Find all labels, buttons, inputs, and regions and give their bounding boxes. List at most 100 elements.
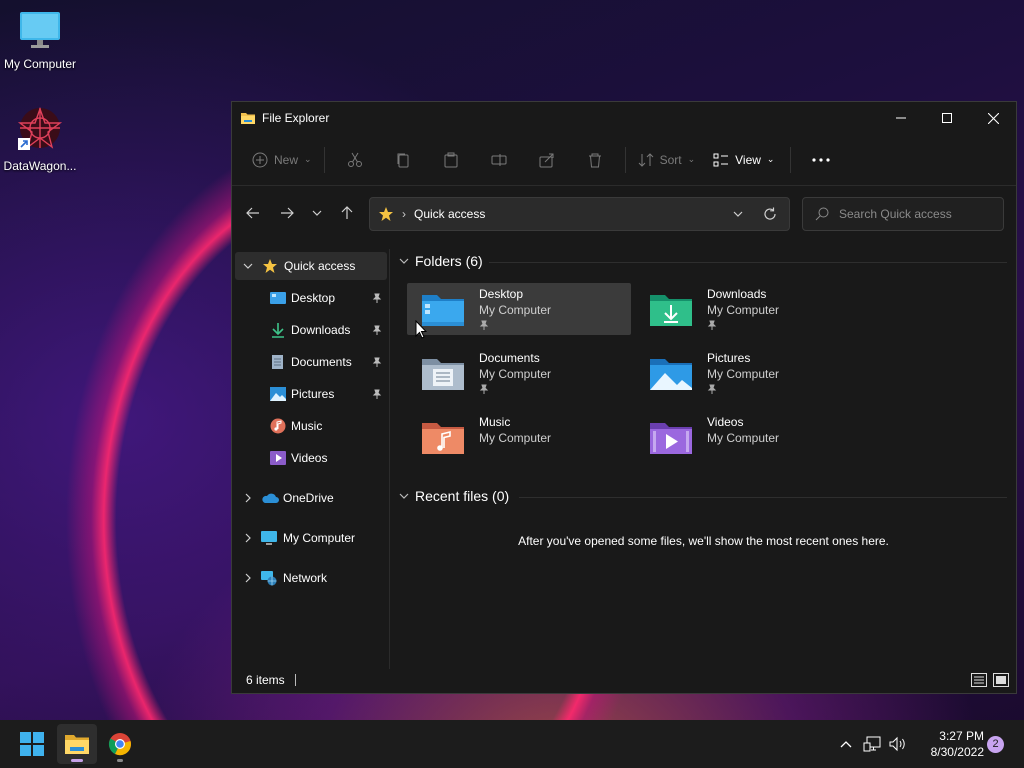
trash-icon [588, 153, 601, 167]
folder-desktop[interactable]: Desktop My Computer [407, 283, 631, 335]
minimize-button[interactable] [878, 102, 924, 134]
item-count: 6 items [246, 673, 285, 687]
folder-pictures[interactable]: Pictures My Computer [635, 347, 859, 399]
picture-icon [270, 387, 286, 401]
address-bar[interactable]: › Quick access [369, 197, 790, 231]
sort-icon [638, 152, 653, 167]
details-view-button[interactable] [970, 671, 988, 689]
clock-date: 8/30/2022 [930, 745, 984, 759]
nav-documents[interactable]: Documents [232, 348, 390, 376]
music-folder-icon [422, 423, 464, 454]
pin-icon[interactable] [372, 356, 382, 370]
toolbar-divider [323, 146, 325, 173]
clock[interactable]: 3:27 PM 8/30/2022 [912, 728, 984, 760]
folder-location: My Computer [707, 431, 780, 445]
nav-music[interactable]: Music [232, 412, 390, 440]
folder-name: Downloads [707, 287, 767, 301]
music-icon [270, 418, 286, 434]
paste-button[interactable] [427, 142, 475, 178]
cloud-icon [262, 493, 279, 503]
desktop-folder-icon [270, 292, 286, 304]
start-button[interactable] [12, 724, 52, 764]
file-explorer-window: File Explorer New ⌄ Sort ⌄ View ⌄ › Quic… [231, 101, 1017, 694]
network-icon [261, 571, 277, 586]
desktop-icon-label: My Computer [3, 57, 77, 71]
desktop-folder-icon [422, 295, 464, 326]
nav-label: Videos [291, 451, 328, 465]
folder-videos[interactable]: Videos My Computer [635, 411, 859, 463]
search-box[interactable]: Search Quick access [802, 197, 1004, 231]
chevron-down-icon: ⌄ [766, 154, 775, 164]
monitor-icon [261, 531, 277, 545]
toolbar-divider [790, 146, 792, 173]
up-button[interactable] [330, 197, 364, 229]
clock-time: 3:27 PM [939, 729, 984, 743]
large-icons-view-button[interactable] [992, 671, 1010, 689]
chrome-icon [108, 733, 131, 756]
nav-quick-access[interactable]: Quick access [235, 252, 387, 280]
new-button[interactable]: New ⌄ [246, 142, 318, 178]
nav-my-computer[interactable]: My Computer [235, 524, 387, 552]
recent-files-empty-message: After you've opened some files, we'll sh… [518, 534, 889, 548]
folders-section-header[interactable]: Folders (6) [399, 253, 483, 269]
folder-documents[interactable]: Documents My Computer [407, 347, 631, 399]
nav-desktop[interactable]: Desktop [232, 284, 390, 312]
back-button[interactable] [236, 197, 270, 229]
address-dropdown-button[interactable] [726, 206, 750, 222]
section-divider [489, 262, 1007, 263]
network-status-button[interactable] [858, 736, 886, 752]
cut-button[interactable] [331, 142, 379, 178]
volume-button[interactable] [886, 736, 910, 752]
copy-button[interactable] [379, 142, 427, 178]
notification-badge[interactable]: 2 [987, 736, 1004, 753]
breadcrumb-quick-access[interactable]: Quick access [414, 207, 485, 221]
command-bar: New ⌄ Sort ⌄ View ⌄ [232, 134, 1016, 186]
desktop-icon-datawagon[interactable]: DataWagon... [0, 106, 80, 173]
delete-button[interactable] [571, 142, 619, 178]
close-button[interactable] [970, 102, 1016, 134]
pin-icon[interactable] [372, 292, 382, 306]
content-pane: Folders (6) Desktop My Computer Download… [391, 249, 1016, 669]
folder-name: Documents [479, 351, 540, 365]
network-icon [863, 736, 881, 752]
view-button[interactable]: View ⌄ [707, 142, 780, 178]
folder-location: My Computer [479, 367, 552, 381]
title-bar[interactable]: File Explorer [232, 102, 1016, 134]
nav-network[interactable]: Network [235, 564, 387, 592]
rename-button[interactable] [475, 142, 523, 178]
more-options-button[interactable] [797, 142, 845, 178]
arrow-left-icon [246, 207, 259, 219]
forward-button[interactable] [270, 197, 304, 229]
video-icon [270, 451, 286, 465]
share-button[interactable] [523, 142, 571, 178]
taskbar-file-explorer[interactable] [57, 724, 97, 764]
arrow-right-icon [281, 207, 294, 219]
nav-label: Pictures [291, 387, 335, 401]
recent-files-section-header[interactable]: Recent files (0) [399, 488, 509, 504]
folder-downloads[interactable]: Downloads My Computer [635, 283, 859, 335]
nav-downloads[interactable]: Downloads [232, 316, 390, 344]
ellipsis-icon [812, 157, 831, 162]
pin-icon[interactable] [372, 324, 382, 338]
taskbar-chrome[interactable] [100, 724, 140, 764]
recent-locations-button[interactable] [304, 197, 330, 229]
folder-location: My Computer [479, 431, 552, 445]
maximize-button[interactable] [924, 102, 970, 134]
show-hidden-icons-button[interactable] [834, 740, 858, 748]
pin-icon[interactable] [372, 388, 382, 402]
folder-music[interactable]: Music My Computer [407, 411, 631, 463]
nav-pictures[interactable]: Pictures [232, 380, 390, 408]
refresh-button[interactable] [758, 204, 782, 224]
desktop-icon-my-computer[interactable]: My Computer [0, 10, 80, 71]
tiles-view-icon [993, 673, 1009, 687]
chevron-down-icon [399, 493, 409, 499]
nav-onedrive[interactable]: OneDrive [235, 484, 387, 512]
share-icon [539, 153, 554, 167]
datawagon-shortcut-icon [17, 106, 63, 150]
sort-button[interactable]: Sort ⌄ [632, 142, 702, 178]
nav-videos[interactable]: Videos [232, 444, 390, 472]
star-icon [379, 207, 393, 221]
nav-label: Desktop [291, 291, 336, 305]
nav-label: OneDrive [283, 491, 334, 505]
chevron-right-icon [245, 573, 251, 583]
